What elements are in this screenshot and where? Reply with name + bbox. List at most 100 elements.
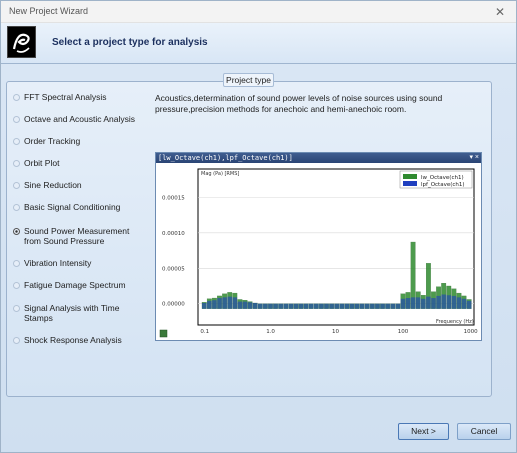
chart-canvas: 0.00015 0.00010 0.00005 0.00000 0.1 1.0 10 100 1… [156,163,481,340]
project-type-option[interactable]: Vibration Intensity [13,257,153,271]
cancel-button[interactable]: Cancel [457,423,511,440]
x-axis-label: Frequency (Hz) [436,319,474,325]
chart-bar [329,303,334,309]
project-type-option[interactable]: Order Tracking [13,135,153,149]
project-type-option[interactable]: Fatigue Damage Spectrum [13,279,153,293]
radio-button[interactable] [13,116,20,123]
chart-bar [232,297,238,309]
project-type-label: Order Tracking [24,136,81,146]
project-type-option[interactable]: FFT Spectral Analysis [13,91,153,105]
preview-chart: [lw_Octave(ch1),lpf_Octave(ch1)] ▾ × 0.0… [155,152,482,341]
project-type-option[interactable]: Sine Reduction [13,179,153,193]
chart-title-bar: [lw_Octave(ch1),lpf_Octave(ch1)] ▾ × [156,153,481,163]
radio-button[interactable] [13,282,20,289]
chart-bar [385,303,390,309]
chart-bar [298,303,304,309]
project-type-option[interactable]: Octave and Acoustic Analysis [13,113,153,127]
next-button[interactable]: Next > [398,423,449,440]
chart-bar [293,303,299,309]
x-tick-label: 1000 [464,329,478,335]
chart-bar [456,297,462,309]
chart-bar [415,297,421,309]
x-tick-label: 100 [398,329,409,335]
chart-bar [314,303,319,309]
chart-bar [390,303,395,309]
legend-swatch [403,174,417,179]
x-tick-label: 10 [332,329,339,335]
window-title: New Project Wizard [9,6,89,16]
chart-bar [339,303,345,309]
chart-bar [222,297,227,309]
y-tick-label: 0.00015 [162,195,185,201]
project-type-label: Shock Response Analysis [24,335,122,345]
chart-bar [370,303,375,309]
chart-bar [426,296,431,309]
chart-bar [395,303,401,309]
radio-button[interactable] [13,182,20,189]
chart-bar [247,302,253,309]
chart-bar [273,303,278,309]
y-axis-label: Mag (Pa) [RMS] [201,171,239,177]
radio-button[interactable] [13,94,20,101]
chart-bar [237,301,243,309]
chart-bar [207,300,212,309]
chart-bar [217,298,222,309]
chart-bar [288,303,294,309]
chart-bar [344,303,350,309]
chart-bar [400,298,406,309]
project-type-label: Fatigue Damage Spectrum [24,280,126,290]
chart-bar [354,303,360,309]
close-button[interactable]: ✕ [488,3,512,21]
radio-button[interactable] [13,160,20,167]
chart-bar [451,295,457,309]
chart-bar [263,303,268,309]
x-tick-label: 1.0 [266,329,275,335]
wizard-window: New Project Wizard ✕ Select a project ty… [0,0,517,453]
chart-bar [324,303,329,309]
project-type-label: FFT Spectral Analysis [24,92,107,102]
project-type-label: Signal Analysis with Time Stamps [24,303,120,323]
chart-bar [380,303,385,309]
chart-bar [405,298,411,309]
radio-button[interactable] [13,228,20,235]
project-type-option[interactable]: Signal Analysis with Time Stamps [13,302,153,323]
chart-bar [365,303,370,309]
chart-bar [375,303,380,309]
chart-bar [319,303,324,309]
project-type-option[interactable]: Orbit Plot [13,157,153,171]
chart-bar [268,303,273,309]
chart-bar [278,303,283,309]
chart-bar [227,296,232,309]
chart-bar [258,303,263,309]
legend-label: lw_Octave(ch1) [421,175,464,181]
page-title: Select a project type for analysis [52,37,208,48]
project-description: Acoustics,determination of sound power l… [155,93,443,114]
chart-bar [242,301,248,309]
project-type-option[interactable]: Shock Response Analysis [13,334,153,348]
project-type-option[interactable]: Basic Signal Conditioning [13,201,153,215]
chart-bar [431,298,436,309]
radio-button[interactable] [13,337,20,344]
chart-bar [410,297,416,309]
chart-bar [349,303,355,309]
project-type-label: Sound Power Measurement from Sound Press… [24,226,130,246]
chart-bar [421,298,426,309]
radio-button[interactable] [13,305,20,312]
chart-window-controls[interactable]: ▾ × [469,153,479,161]
chart-bar [446,295,452,309]
title-bar: New Project Wizard ✕ [1,1,516,23]
legend-label: lpf_Octave(ch1) [421,182,465,188]
app-logo-icon [7,26,36,58]
radio-button[interactable] [13,204,20,211]
chart-bar [252,303,258,309]
radio-button[interactable] [13,260,20,267]
chart-corner-icon [159,329,168,338]
radio-button[interactable] [13,138,20,145]
chart-bar [436,295,441,309]
project-type-label: Basic Signal Conditioning [24,202,121,212]
chart-bar [303,303,309,309]
project-type-option[interactable]: Sound Power Measurement from Sound Press… [13,225,153,246]
y-tick-label: 0.00010 [162,231,185,237]
chart-bar [212,300,217,309]
x-tick-label: 0.1 [200,329,209,335]
